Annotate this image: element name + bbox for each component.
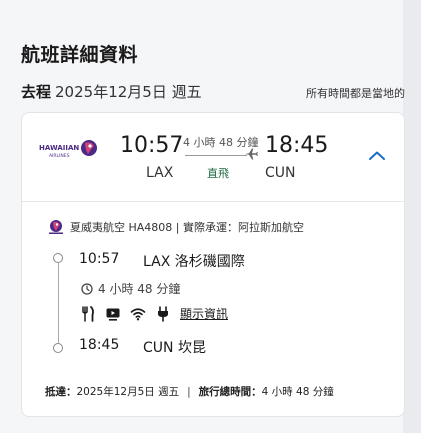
hawaiian-airlines-logo: HAWAIIAN AIRLINES bbox=[39, 140, 97, 159]
flight-card: HAWAIIAN AIRLINES 10:57 LAX 4 小時 48 分鐘 直… bbox=[21, 112, 405, 417]
timezone-note: 所有時間都是當地的 bbox=[306, 87, 405, 100]
airplane-icon bbox=[245, 148, 258, 160]
hawaiian-airlines-small-logo bbox=[49, 220, 63, 234]
footer-separator: | bbox=[187, 385, 191, 398]
timeline-start-dot bbox=[53, 253, 63, 263]
route-line bbox=[185, 155, 247, 156]
segment-duration-row: 4 小時 48 分鐘 bbox=[81, 280, 180, 297]
segment-departure-time: 10:57 bbox=[79, 251, 120, 267]
meal-icon bbox=[82, 305, 94, 322]
power-icon bbox=[158, 305, 168, 322]
scrollbar-track[interactable] bbox=[403, 0, 421, 433]
arrival-airport-code: CUN bbox=[265, 165, 296, 181]
clock-icon bbox=[81, 282, 93, 295]
entertainment-icon bbox=[106, 308, 120, 321]
svg-text:HAWAIIAN: HAWAIIAN bbox=[39, 144, 79, 152]
timeline-line bbox=[57, 263, 59, 343]
timeline-end-dot bbox=[53, 343, 63, 353]
segment-arrival-time: 18:45 bbox=[79, 337, 120, 353]
operator-text: 夏威夷航空 HA4808 | 實際承運：阿拉斯加航空 bbox=[70, 221, 304, 234]
page-title: 航班詳細資料 bbox=[21, 44, 139, 66]
show-info-link[interactable]: 顯示資訊 bbox=[180, 305, 228, 322]
departure-time: 10:57 bbox=[120, 133, 184, 158]
amenities-row: 顯示資訊 bbox=[80, 305, 228, 322]
segment-duration: 4 小時 48 分鐘 bbox=[98, 282, 181, 296]
leg-header: 去程 2025年12月5日 週五 所有時間都是當地的 bbox=[21, 81, 405, 102]
arrival-label: 抵達： bbox=[45, 386, 77, 398]
segment-departure-airport: LAX 洛杉磯國際 bbox=[143, 254, 245, 270]
leg-date: 2025年12月5日 週五 bbox=[55, 83, 202, 101]
trip-footer: 抵達： 2025年12月5日 週五 | 旅行總時間： 4 小時 48 分鐘 bbox=[45, 384, 334, 399]
card-divider bbox=[22, 201, 404, 202]
total-time-label: 旅行總時間： bbox=[198, 386, 262, 398]
leg-direction: 去程 bbox=[21, 83, 52, 101]
svg-text:AIRLINES: AIRLINES bbox=[49, 153, 70, 159]
stops-label: 直飛 bbox=[207, 167, 229, 180]
arrival-value: 2025年12月5日 週五 bbox=[76, 386, 180, 398]
wifi-icon bbox=[130, 307, 146, 320]
segment-arrival-airport: CUN 坎昆 bbox=[143, 340, 206, 356]
arrival-time: 18:45 bbox=[265, 133, 329, 158]
total-time-value: 4 小時 48 分鐘 bbox=[261, 386, 334, 398]
operator-row: 夏威夷航空 HA4808 | 實際承運：阿拉斯加航空 bbox=[47, 219, 304, 235]
chevron-up-icon[interactable] bbox=[366, 148, 388, 164]
departure-airport-code: LAX bbox=[146, 165, 174, 181]
